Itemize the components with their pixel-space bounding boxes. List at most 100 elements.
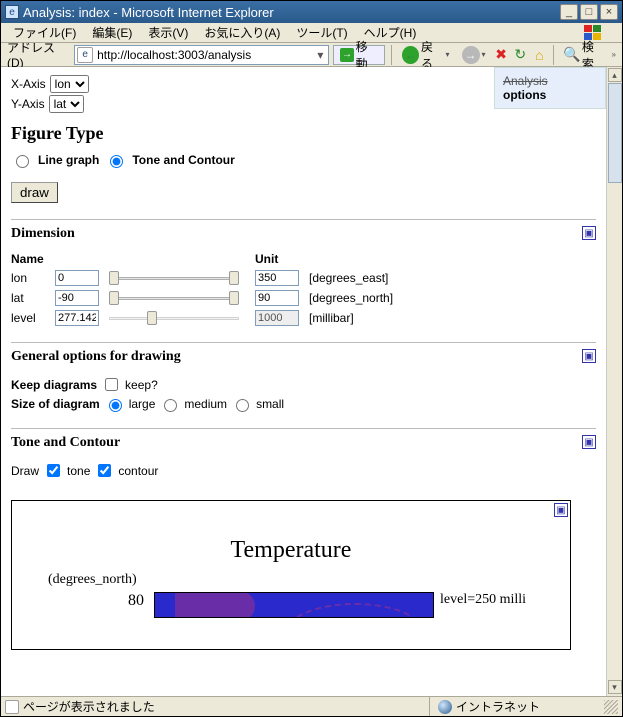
tone-checkbox[interactable] (47, 464, 60, 477)
app-window: e Analysis: index - Microsoft Internet E… (0, 0, 623, 717)
dim-lat-name: lat (11, 291, 49, 305)
analysis-options-line1: Analysis (503, 74, 597, 88)
dim-level-max-input (255, 310, 299, 326)
contour-label: contour (118, 464, 158, 478)
dim-lat-slider[interactable] (109, 290, 239, 306)
x-axis-label: X-Axis (11, 77, 46, 91)
figure-level-label: level=250 milli (440, 592, 526, 608)
figure-type-heading: Figure Type (11, 123, 596, 144)
size-medium-radio[interactable] (164, 399, 177, 412)
keep-diagrams-checkbox[interactable] (105, 378, 118, 391)
go-icon: → (340, 48, 353, 62)
collapse-toggle[interactable]: ▣ (582, 435, 596, 449)
app-icon: e (5, 5, 19, 19)
dimension-unit-header: Unit (255, 252, 419, 266)
divider (11, 428, 596, 429)
general-options-heading: General options for drawing (11, 349, 596, 365)
title-bar: e Analysis: index - Microsoft Internet E… (1, 1, 622, 23)
menu-tools[interactable]: ツール(T) (288, 22, 355, 43)
collapse-toggle[interactable]: ▣ (554, 503, 568, 517)
status-text: ページが表示されました (23, 698, 155, 715)
size-large-radio[interactable] (109, 399, 122, 412)
address-dropdown-icon[interactable]: ▾ (312, 48, 328, 62)
scroll-down-icon[interactable]: ▾ (608, 680, 622, 694)
dim-lat-min-input[interactable] (55, 290, 99, 306)
refresh-icon[interactable]: ↻ (513, 47, 528, 63)
go-button[interactable]: → 移動 (333, 45, 385, 65)
keep-diagrams-text: keep? (125, 378, 158, 392)
collapse-toggle[interactable]: ▣ (582, 349, 596, 363)
dim-level-slider[interactable] (109, 310, 239, 326)
intranet-zone-icon (438, 700, 452, 714)
toolbar-chevron-icon[interactable]: » (612, 50, 616, 59)
stop-icon[interactable]: ✖ (494, 47, 509, 63)
status-bar: ページが表示されました イントラネット (1, 696, 622, 716)
size-small-radio[interactable] (236, 399, 249, 412)
toolbar-separator (553, 45, 554, 65)
draw-button[interactable]: draw (11, 182, 58, 203)
dim-lon-name: lon (11, 271, 49, 285)
address-combo[interactable]: e ▾ (74, 45, 329, 65)
x-axis-select[interactable]: lon (50, 75, 89, 93)
size-small-label: small (256, 397, 284, 411)
forward-button[interactable]: → ▾ (458, 46, 490, 64)
chevron-down-icon[interactable]: ▾ (445, 50, 449, 59)
figure-type-line-radio[interactable] (16, 155, 29, 168)
tone-label: tone (67, 464, 90, 478)
window-title: Analysis: index - Microsoft Internet Exp… (23, 5, 274, 20)
address-toolbar: アドレス(D) e ▾ → 移動 ← 戻る ▾ → ▾ ✖ ↻ ⌂ 🔍 検索 » (1, 43, 622, 67)
dim-lon-min-input[interactable] (55, 270, 99, 286)
page-status-icon (5, 700, 19, 714)
analysis-options-panel[interactable]: Analysis options (494, 67, 606, 109)
search-icon: 🔍 (564, 47, 580, 63)
collapse-toggle[interactable]: ▣ (582, 226, 596, 240)
figure-y-tick: 80 (128, 592, 144, 610)
dim-lon-unit: [degrees_east] (309, 271, 419, 285)
vertical-scrollbar[interactable]: ▴ ▾ (606, 67, 622, 696)
divider (11, 342, 596, 343)
figure-panel: ▣ Temperature (degrees_north) 80 level=2… (11, 500, 571, 650)
page-icon: e (77, 47, 93, 63)
dim-lat-unit: [degrees_north] (309, 291, 419, 305)
dimension-heading: Dimension (11, 226, 596, 242)
dim-level-min-input[interactable] (55, 310, 99, 326)
scroll-thumb[interactable] (608, 83, 622, 183)
size-medium-label: medium (184, 397, 227, 411)
dim-level-unit: [millibar] (309, 311, 419, 325)
draw-label: Draw (11, 464, 39, 478)
dim-lon-slider[interactable] (109, 270, 239, 286)
dimension-table: Name Unit lon [degrees_east] lat [degree… (11, 252, 596, 326)
figure-type-tone-label: Tone and Contour (132, 153, 234, 167)
scroll-up-icon[interactable]: ▴ (608, 68, 622, 82)
chevron-down-icon[interactable]: ▾ (482, 50, 486, 59)
figure-title: Temperature (18, 537, 564, 564)
dim-level-name: level (11, 311, 49, 325)
address-input[interactable] (95, 48, 312, 62)
dim-lat-max-input[interactable] (255, 290, 299, 306)
maximize-button[interactable]: □ (580, 4, 598, 20)
back-icon: ← (402, 46, 419, 64)
content-area: Analysis options X-Axis lon Y-Axis lat F… (1, 67, 622, 696)
figure-plot (154, 592, 434, 618)
figure-type-tone-radio[interactable] (110, 155, 123, 168)
menu-bar: ファイル(F) 編集(E) 表示(V) お気に入り(A) ツール(T) ヘルプ(… (1, 23, 622, 43)
home-icon[interactable]: ⌂ (532, 47, 547, 63)
menu-view[interactable]: 表示(V) (140, 22, 196, 43)
toolbar-separator (391, 45, 392, 65)
y-axis-select[interactable]: lat (49, 95, 84, 113)
resize-grip-icon[interactable] (604, 700, 618, 714)
y-axis-label: Y-Axis (11, 97, 45, 111)
divider (11, 219, 596, 220)
dim-lon-max-input[interactable] (255, 270, 299, 286)
page-content: Analysis options X-Axis lon Y-Axis lat F… (1, 67, 606, 696)
security-zone: イントラネット (429, 697, 600, 716)
figure-type-line-label: Line graph (38, 153, 99, 167)
tone-contour-heading: Tone and Contour (11, 435, 596, 451)
keep-diagrams-label: Keep diagrams (11, 378, 97, 392)
close-button[interactable]: × (600, 4, 618, 20)
minimize-button[interactable]: _ (560, 4, 578, 20)
contour-checkbox[interactable] (98, 464, 111, 477)
menu-favorites[interactable]: お気に入り(A) (196, 22, 288, 43)
menu-edit[interactable]: 編集(E) (84, 22, 140, 43)
analysis-options-line2: options (503, 88, 597, 102)
